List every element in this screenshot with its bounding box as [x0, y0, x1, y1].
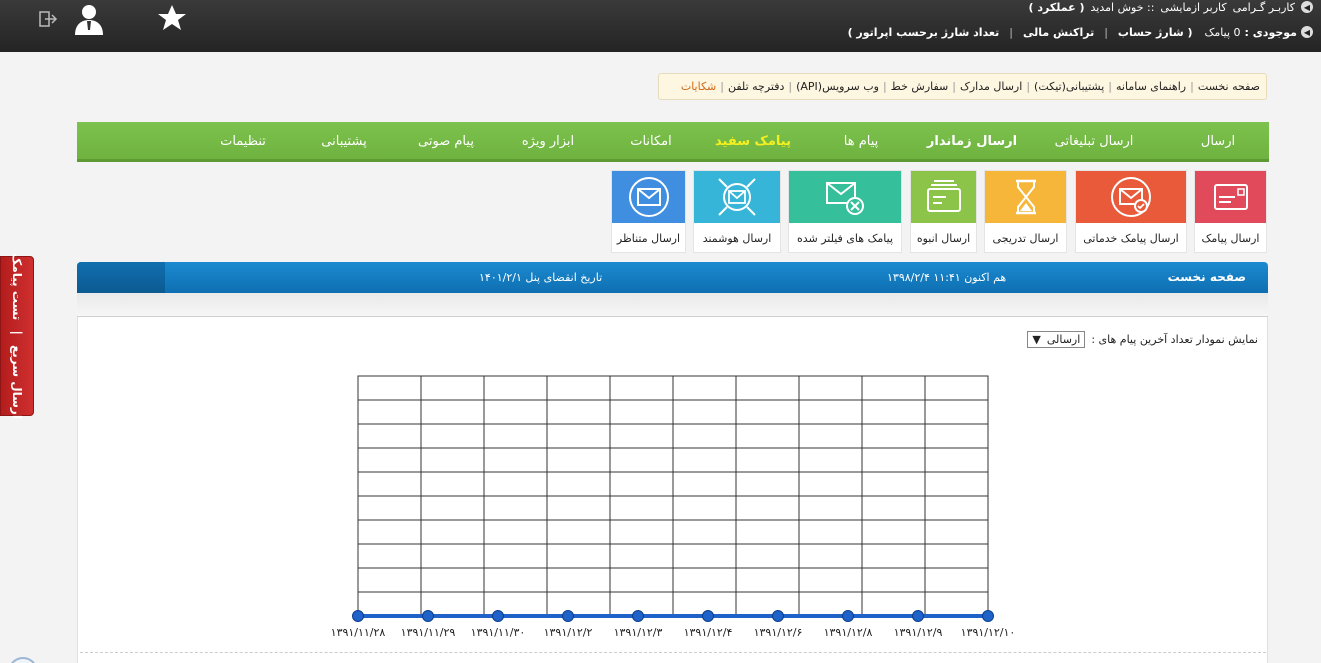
user-profile-icon[interactable]: [72, 2, 106, 36]
tile-gradual-send[interactable]: ارسال تدریجی: [984, 170, 1067, 253]
chart-data-point: [842, 610, 854, 622]
menu-white-sms[interactable]: پیامک سفید: [715, 122, 791, 162]
quicknav-guide[interactable]: راهنمای سامانه: [1116, 80, 1186, 93]
chart-x-tick-label: ۱۳۹۱/۱۱/۳۰: [471, 626, 526, 639]
quick-send-tab[interactable]: ارسال سریع | تست پیامک: [0, 253, 34, 419]
chart-x-tick-label: ۱۳۹۱/۱۲/۶: [754, 626, 803, 639]
chart-data-point: [422, 610, 434, 622]
financial-transactions-link[interactable]: تراکنش مالی: [1023, 26, 1094, 39]
tile-label: ارسال پیامک خدماتی: [1083, 232, 1179, 245]
charge-account-link[interactable]: ( شارژ حساب: [1118, 26, 1193, 39]
quick-send-label[interactable]: ارسال سریع: [10, 345, 24, 419]
messages-chart: ۱۳۹۱/۱۱/۲۸ ۱۳۹۱/۱۱/۲۹ ۱۳۹۱/۱۱/۳۰ ۱۳۹۱/۱۲/۲ ۱…: [331, 375, 1016, 639]
menu-voice-message[interactable]: پیام صوتی: [418, 122, 474, 162]
tile-matched-send[interactable]: ارسال متناظر: [611, 170, 686, 253]
greeting-line: ◀ کاربـر گـرامی کاربر ازمایشی :: خوش امد…: [1029, 0, 1313, 14]
chart-x-tick-label: ۱۳۹۱/۱۱/۲۹: [401, 626, 456, 639]
chart-data-point: [702, 610, 714, 622]
chart-x-tick-label: ۱۳۹۱/۱۱/۲۸: [331, 626, 386, 639]
envelope-circle-icon: [628, 177, 669, 217]
menu-special-tools[interactable]: ابزار ویژه: [522, 122, 574, 162]
tile-bulk-send[interactable]: ارسال انبوه: [910, 170, 977, 253]
menu-send[interactable]: ارسال: [1201, 122, 1235, 162]
menu-settings[interactable]: تنظیمات: [220, 122, 266, 162]
chart-x-tick-label: ۱۳۹۱/۱۲/۲: [544, 626, 593, 639]
user-name: کاربر ازمایشی: [1160, 0, 1227, 14]
tile-send-sms[interactable]: ارسال پیامک: [1194, 170, 1267, 253]
chart-data-point: [492, 610, 504, 622]
top-header: ◀ کاربـر گـرامی کاربر ازمایشی :: خوش امد…: [0, 0, 1321, 52]
quicknav-ticket[interactable]: پشتیبانی(تیکت): [1034, 80, 1104, 93]
quicknav-documents[interactable]: ارسال مدارک: [960, 80, 1022, 93]
status-strip: [77, 293, 1268, 317]
envelope-check-icon: [1111, 177, 1151, 217]
balance-line: ◀ موجودی : 0 پیامک ( شارژ حساب | تراکنش …: [848, 24, 1313, 40]
status-bar: صفحه نخست هم اکنون ۱۱:۴۱ ۱۳۹۸/۲/۴ تاریخ …: [77, 262, 1268, 293]
chart-x-tick-label: ۱۳۹۱/۱۲/۹: [894, 626, 943, 639]
balance-value: 0 پیامک: [1204, 25, 1241, 39]
tile-label: ارسال پیامک: [1201, 232, 1260, 245]
tile-filtered-sms[interactable]: پیامک های فیلتر شده: [788, 170, 902, 253]
quicknav-api[interactable]: وب سرویس(API): [796, 80, 879, 93]
greeting-prefix: کاربـر گـرامی: [1232, 0, 1295, 14]
chart-controls: نمایش نمودار تعداد آخرین پیام های : ارسا…: [1027, 330, 1258, 348]
test-sms-label[interactable]: تست پیامک: [10, 253, 24, 320]
chart-filter-label: نمایش نمودار تعداد آخرین پیام های :: [1091, 332, 1258, 346]
panel-expiry: تاریخ انقضای پنل ۱۴۰۱/۲/۱: [479, 271, 603, 284]
tile-label: پیامک های فیلتر شده: [796, 232, 894, 245]
quicknav-order-line[interactable]: سفارش خط: [891, 80, 949, 93]
welcome-text: :: خوش امدید: [1090, 0, 1155, 14]
chart-data-point: [562, 610, 574, 622]
tile-label: ارسال هوشمند: [702, 232, 772, 245]
chart-x-tick-label: ۱۳۹۱/۱۲/۱۰: [961, 626, 1016, 639]
menu-support[interactable]: پشتیبانی: [321, 122, 366, 162]
chart-data-point: [352, 610, 364, 622]
chart-data-point: [982, 610, 994, 622]
quick-nav: صفحه نخست | راهنمای سامانه | پشتیبانی(تی…: [658, 73, 1267, 100]
balance-label: موجودی :: [1244, 25, 1298, 39]
tile-smart-send[interactable]: ارسال هوشمند: [693, 170, 781, 253]
logout-icon[interactable]: [38, 9, 58, 29]
quicknav-phonebook[interactable]: دفترچه تلفن: [728, 80, 784, 93]
tile-service-sms[interactable]: ارسال پیامک خدماتی: [1075, 170, 1187, 253]
menu-messages[interactable]: پیام ها: [844, 122, 879, 162]
page-title: صفحه نخست: [1167, 270, 1246, 284]
arrow-left-icon: ◀: [1301, 26, 1313, 38]
menu-promotional-send[interactable]: ارسال تبلیغاتی: [1055, 122, 1134, 162]
smart-envelope-icon: [718, 178, 756, 216]
chart-data-point: [632, 610, 644, 622]
chart-x-tick-label: ۱۳۹۱/۱۲/۸: [824, 626, 873, 639]
star-icon[interactable]: [156, 2, 188, 34]
chart-x-tick-label: ۱۳۹۱/۱۲/۴: [684, 626, 733, 639]
tile-label: ارسال انبوه: [916, 232, 971, 245]
sms-card-icon: [1213, 184, 1248, 210]
charge-by-operator-link[interactable]: تعداد شارژ برحسب اپراتور ): [848, 26, 1000, 39]
tile-label: ارسال تدریجی: [992, 232, 1059, 245]
message-type-select[interactable]: ارسالی ▼: [1027, 330, 1086, 348]
stacked-mail-icon: [926, 180, 961, 212]
hourglass-icon: [1015, 179, 1036, 215]
chart-x-tick-label: ۱۳۹۱/۱۲/۳: [614, 626, 663, 639]
menu-scheduled-send[interactable]: ارسال زماندار: [927, 122, 1017, 162]
current-datetime: هم اکنون ۱۱:۴۱ ۱۳۹۸/۲/۴: [887, 271, 1007, 284]
dropdown-arrow-icon: ▼: [1032, 332, 1041, 346]
quicknav-complaints[interactable]: شکایات: [681, 80, 716, 93]
performance-link[interactable]: ( عملکرد ): [1029, 1, 1085, 14]
chart-data-point: [772, 610, 784, 622]
main-menu: ارسال ارسال تبلیغاتی ارسال زماندار پیام …: [77, 122, 1269, 162]
tile-label: ارسال متناظر: [616, 232, 681, 245]
quicknav-home[interactable]: صفحه نخست: [1198, 80, 1260, 93]
envelope-blocked-icon: [826, 182, 864, 215]
menu-features[interactable]: امکانات: [630, 122, 672, 162]
arrow-left-icon: ◀: [1301, 1, 1313, 13]
help-circle-icon[interactable]: [8, 657, 38, 663]
chart-data-point: [912, 610, 924, 622]
